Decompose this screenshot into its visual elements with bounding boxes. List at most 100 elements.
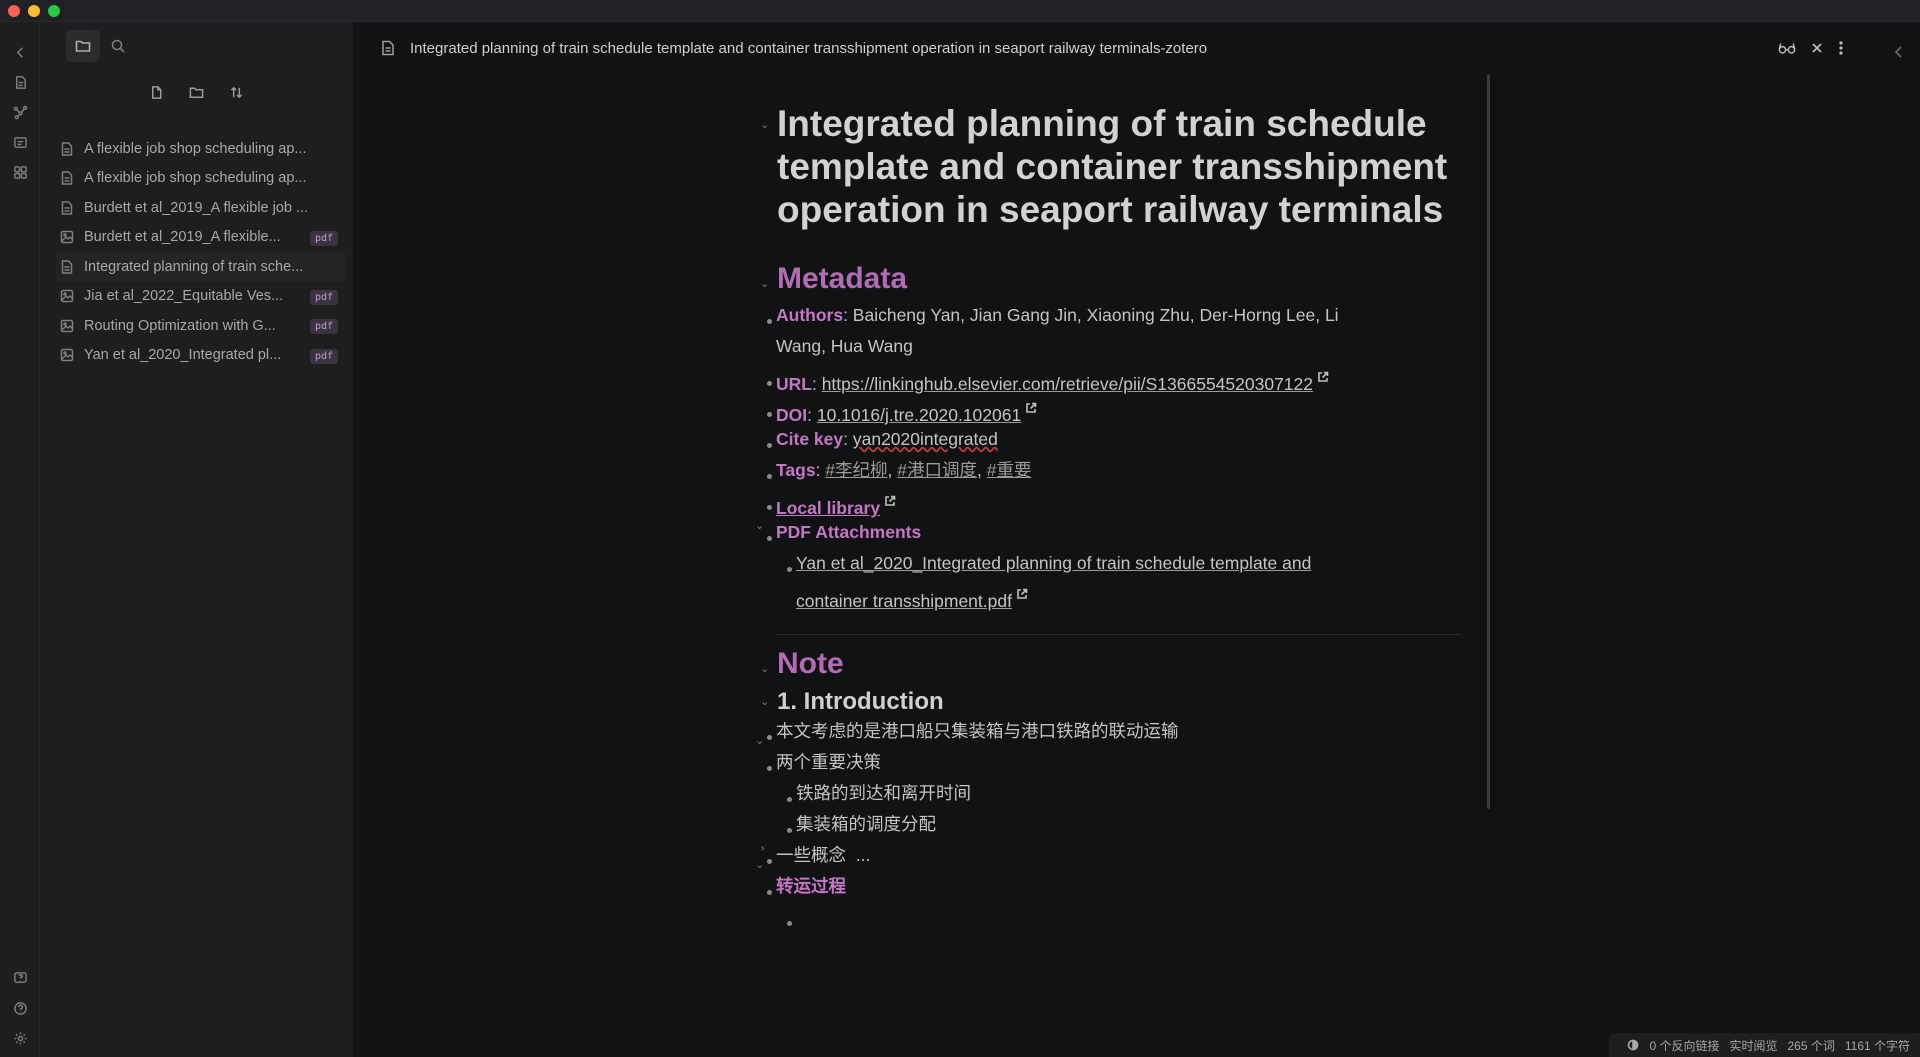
file-name: Yan et al_2020_Integrated pl...: [84, 347, 282, 364]
tags-row: Tags: #李纪柳, #港口调度, #重要: [776, 460, 1032, 480]
file-list-item[interactable]: A flexible job shop scheduling ap...: [56, 164, 346, 194]
horizontal-rule: [777, 634, 1461, 635]
introduction-heading: 1. Introduction: [777, 688, 944, 715]
view-header: Integrated planning of train schedule te…: [353, 22, 1920, 72]
pdf-file-icon: [60, 349, 74, 362]
editing-mode[interactable]: 实时阅览: [1729, 1037, 1777, 1054]
citekey-key: Cite key: [776, 429, 844, 449]
settings-gear-icon[interactable]: [10, 1028, 30, 1048]
more-options-button[interactable]: [1831, 39, 1851, 57]
expand-chevron-icon[interactable]: ⌄: [754, 844, 767, 853]
collapse-chevron-icon[interactable]: ⌄: [760, 277, 769, 290]
pdf-badge: pdf: [309, 289, 338, 305]
external-link-icon: [1317, 362, 1329, 382]
empty-bullet[interactable]: [787, 921, 792, 926]
bullet: [787, 567, 792, 572]
view-title[interactable]: Integrated planning of train schedule te…: [410, 40, 1207, 57]
file-explorer-tab[interactable]: [66, 30, 100, 62]
page-title: Integrated planning of train schedule te…: [777, 103, 1448, 230]
pdf-attachment-link-text[interactable]: Yan et al_2020_Integrated planning of tr…: [796, 553, 1311, 573]
maximize-window-button[interactable]: [48, 5, 60, 17]
reading-mode-button[interactable]: [1777, 39, 1797, 57]
search-tab[interactable]: [108, 30, 128, 62]
open-quick-switcher-icon[interactable]: [10, 72, 30, 92]
collapse-chevron-icon[interactable]: ⌄: [760, 662, 769, 675]
doi-key: DOI: [776, 404, 808, 425]
more-vertical-icon: [1839, 41, 1843, 55]
pdf-attachments-key: PDF Attachments: [776, 522, 922, 542]
file-list-item[interactable]: Jia et al_2022_Equitable Ves... pdf: [56, 282, 346, 312]
file-list-item[interactable]: Yan et al_2020_Integrated pl... pdf: [56, 341, 346, 371]
editor-pane: Integrated planning of train schedule te…: [353, 22, 1920, 1057]
sort-button[interactable]: [226, 82, 246, 102]
pdf-file-icon: [60, 319, 74, 332]
note-file-icon: [61, 142, 73, 156]
pdf-file-icon: [60, 290, 74, 303]
url-link[interactable]: https://linkinghub.elsevier.com/retrieve…: [822, 374, 1313, 394]
file-list-item[interactable]: A flexible job shop scheduling ap...: [56, 134, 346, 164]
note-file-icon: [61, 201, 73, 215]
authors-row: Authors: Baicheng Yan, Jian Gang Jin, Xi…: [776, 300, 1339, 331]
expand-right-sidebar-button[interactable]: [1889, 43, 1909, 61]
word-count: 265 个词: [1787, 1038, 1835, 1053]
canvas-icon[interactable]: [10, 132, 30, 152]
list-item: 两个重要决策: [776, 752, 881, 772]
collapse-sidebar-icon[interactable]: [10, 42, 30, 62]
note-file-icon: [61, 171, 73, 185]
file-list-item[interactable]: Burdett et al_2019_A flexible job ...: [56, 193, 346, 223]
pdf-badge: pdf: [309, 230, 338, 246]
doi-link[interactable]: 10.1016/j.tre.2020.102061: [817, 405, 1021, 425]
note-heading: Note: [777, 647, 844, 680]
collapse-chevron-icon[interactable]: ⌄: [755, 519, 764, 532]
close-window-button[interactable]: [8, 5, 20, 17]
pdf-attachment-link-text[interactable]: container transshipment.pdf: [796, 591, 1012, 611]
list-item: 集装箱的调度分配: [796, 814, 936, 834]
file-name: A flexible job shop scheduling ap...: [84, 140, 307, 157]
file-name: Integrated planning of train sche...: [84, 258, 304, 275]
status-bar: 0 个反向链接 实时阅览 265 个词 1161 个字符: [1609, 1033, 1920, 1057]
collapsed-ellipsis[interactable]: ...: [856, 845, 871, 865]
bullet: [767, 735, 772, 740]
external-link-icon: [884, 486, 896, 506]
tag-link[interactable]: #重要: [987, 460, 1032, 480]
file-list-item[interactable]: Integrated planning of train sche...: [56, 252, 346, 282]
pdf-attachment-link[interactable]: Yan et al_2020_Integrated planning of tr…: [796, 548, 1311, 579]
file-list-item[interactable]: Burdett et al_2019_A flexible... pdf: [56, 223, 346, 253]
help-icon[interactable]: [10, 998, 30, 1018]
collapse-chevron-icon[interactable]: ⌄: [755, 734, 764, 747]
vault-switcher-icon[interactable]: [10, 967, 30, 987]
file-list-item[interactable]: Routing Optimization with G... pdf: [56, 311, 346, 341]
pdf-badge: pdf: [309, 319, 338, 334]
new-note-icon: [151, 85, 161, 99]
authors-key: Authors: [776, 305, 844, 325]
file-explorer-sidebar: A flexible job shop scheduling ap... A fl…: [40, 22, 353, 1057]
new-folder-button[interactable]: [186, 82, 206, 102]
bullet: [767, 412, 772, 417]
close-tab-button[interactable]: [1807, 39, 1827, 57]
explorer-toolbar: [146, 82, 246, 102]
minimize-window-button[interactable]: [28, 5, 40, 17]
collapse-chevron-icon[interactable]: ⌄: [760, 695, 769, 708]
backlinks-count[interactable]: 0 个反向链接: [1649, 1037, 1719, 1054]
metadata-heading: Metadata: [777, 262, 908, 295]
local-library-link[interactable]: Local library: [776, 498, 880, 518]
new-note-button[interactable]: [146, 82, 166, 102]
tag-link[interactable]: #港口调度: [897, 460, 977, 480]
citekey-row: Cite key: yan2020integrated: [776, 429, 998, 449]
tag-link[interactable]: #李纪柳: [825, 460, 887, 480]
bullet: [767, 319, 772, 324]
chevron-left-icon: [1894, 46, 1902, 58]
list-item[interactable]: 一些概念 ...: [776, 840, 870, 871]
document-icon: [381, 40, 395, 56]
list-item: 铁路的到达和离开时间: [796, 783, 971, 803]
vertical-scrollbar[interactable]: [1487, 74, 1490, 809]
pdf-attachment-link-cont[interactable]: container transshipment.pdf: [796, 579, 1028, 617]
pdf-badge: pdf: [309, 348, 338, 364]
folder-icon: [75, 40, 91, 52]
collapse-chevron-icon[interactable]: ⌄: [760, 118, 769, 131]
plugins-grid-icon[interactable]: [10, 162, 30, 182]
left-ribbon: [0, 22, 40, 1057]
list-item: 本文考虑的是港口船只集装箱与港口铁路的联动运输: [776, 721, 1179, 741]
collapse-chevron-icon[interactable]: ⌄: [755, 858, 764, 871]
graph-view-icon[interactable]: [10, 102, 30, 122]
